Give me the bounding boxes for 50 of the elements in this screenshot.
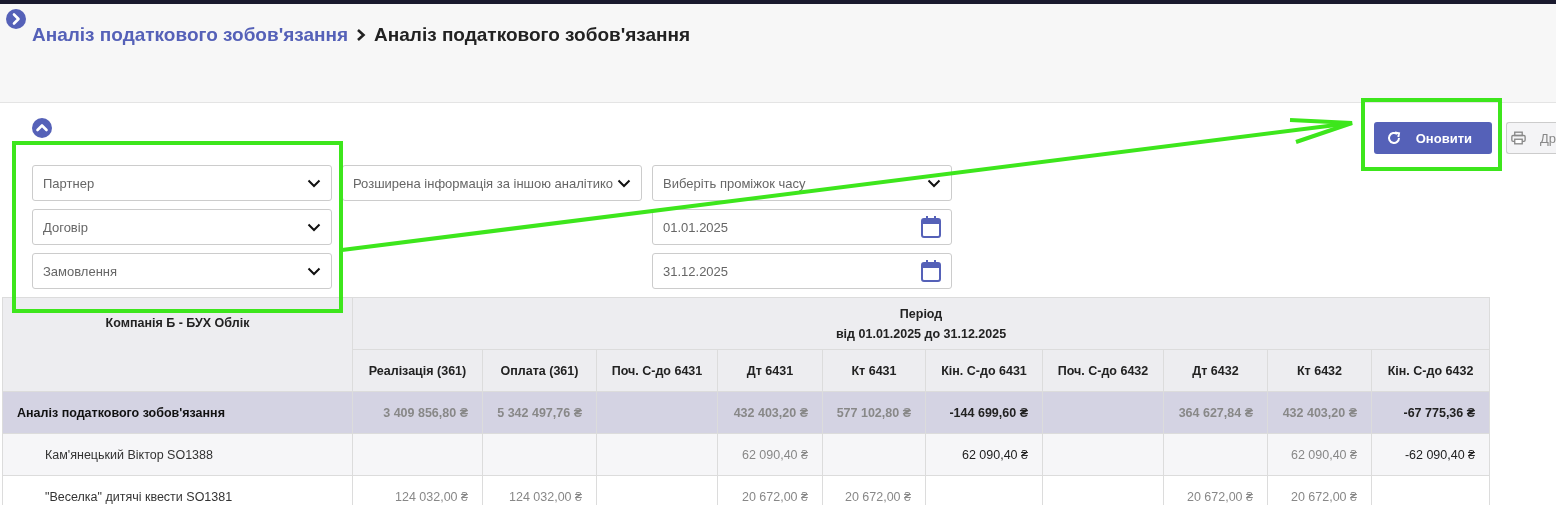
chevron-down-icon: [307, 178, 321, 188]
page-title: Аналіз податкового зобов'язання: [374, 24, 691, 46]
column-header: Поч. С-до 6432: [1042, 349, 1164, 392]
table-cell: -67 775,36 ₴: [1371, 391, 1490, 434]
chevron-down-icon: [927, 178, 941, 188]
table-cell: 3 409 856,80 ₴: [352, 391, 483, 434]
table-cell: 577 102,80 ₴: [822, 391, 926, 434]
column-header: Кт 6432: [1267, 349, 1372, 392]
chevron-down-icon: [307, 266, 321, 276]
column-header: Кт 6431: [822, 349, 926, 392]
table-cell: 62 090,40 ₴: [717, 433, 823, 476]
column-header: Реалізація (361): [352, 349, 483, 392]
period-header: Період від 01.01.2025 до 31.12.2025: [352, 297, 1490, 350]
print-button[interactable]: Др: [1506, 122, 1556, 154]
table-cell: -62 090,40 ₴: [1371, 433, 1490, 476]
date-field[interactable]: 31.12.2025: [652, 253, 952, 289]
dropdown-field[interactable]: Замовлення: [32, 253, 332, 289]
row-label: "Веселка" дитячі квести SO1381: [2, 475, 353, 505]
table-cell: 432 403,20 ₴: [717, 391, 823, 434]
column-header: Поч. С-до 6431: [596, 349, 718, 392]
printer-icon: [1511, 130, 1526, 146]
dropdown-field[interactable]: Договір: [32, 209, 332, 245]
chevron-down-icon: [617, 178, 631, 188]
date-field[interactable]: 01.01.2025: [652, 209, 952, 245]
calendar-icon: [921, 260, 941, 282]
calendar-icon: [921, 216, 941, 238]
dropdown-field[interactable]: Виберіть проміжок часу: [652, 165, 952, 201]
column-header: Дт 6431: [717, 349, 823, 392]
table-cell: 364 627,84 ₴: [1163, 391, 1268, 434]
collapse-icon[interactable]: [32, 118, 52, 138]
dropdown-field[interactable]: Розширена інформація за іншою аналітико: [342, 165, 642, 201]
table-cell: 62 090,40 ₴: [1267, 433, 1372, 476]
table-cell: 62 090,40 ₴: [925, 433, 1043, 476]
chevron-right-icon: [356, 28, 367, 42]
refresh-button[interactable]: Оновити: [1373, 122, 1492, 154]
table-cell: 5 342 497,76 ₴: [482, 391, 597, 434]
column-header: Кін. С-до 6432: [1371, 349, 1490, 392]
chevron-down-icon: [307, 222, 321, 232]
table-cell: 432 403,20 ₴: [1267, 391, 1372, 434]
row-label: Кам'янецький Віктор SO1388: [2, 433, 353, 476]
group-row-label: Аналіз податкового зобов'язання: [2, 391, 353, 434]
breadcrumb-link[interactable]: Аналіз податкового зобов'язання: [32, 24, 349, 46]
column-header: Кін. С-до 6431: [925, 349, 1043, 392]
column-header: Оплата (361): [482, 349, 597, 392]
column-header: Компанія Б - БУХ Облік: [2, 297, 353, 392]
dropdown-field[interactable]: Партнер: [32, 165, 332, 201]
expand-icon[interactable]: [6, 9, 26, 29]
refresh-icon: [1385, 130, 1402, 146]
table-cell: -144 699,60 ₴: [925, 391, 1043, 434]
column-header: Дт 6432: [1163, 349, 1268, 392]
